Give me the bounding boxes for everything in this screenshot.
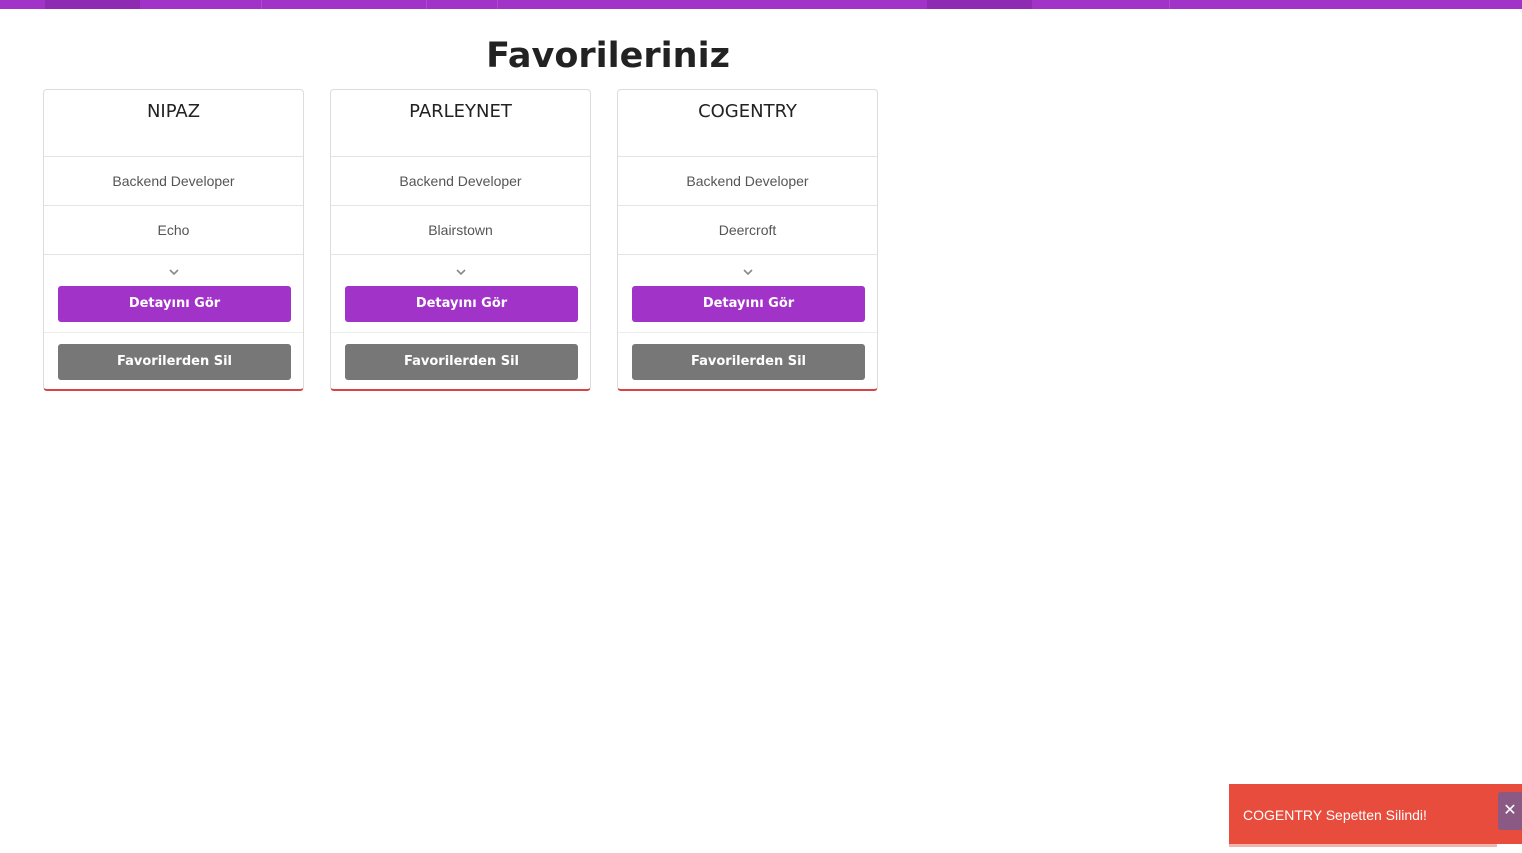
card-actions: Detayını Gör [618, 255, 877, 333]
chevron-down-icon[interactable] [44, 267, 303, 279]
job-city: Echo [44, 206, 303, 255]
job-position: Backend Developer [618, 157, 877, 206]
remove-favorite-button[interactable]: Favorilerden Sil [632, 344, 865, 380]
nav-divider [261, 0, 262, 9]
top-nav-bar [0, 0, 1522, 9]
nav-active-segment[interactable] [45, 0, 140, 9]
job-position: Backend Developer [331, 157, 590, 206]
favorite-card: PARLEYNET Backend Developer Blairstown D… [330, 89, 591, 391]
chevron-down-icon[interactable] [331, 267, 590, 279]
chevron-down-icon[interactable] [618, 267, 877, 279]
favorites-list: NIPAZ Backend Developer Echo Detayını Gö… [43, 89, 878, 391]
nav-divider [497, 0, 498, 9]
favorite-card: NIPAZ Backend Developer Echo Detayını Gö… [43, 89, 304, 391]
card-remove-section: Favorilerden Sil [618, 333, 877, 390]
page-title: Favorileriniz [486, 36, 730, 76]
card-actions: Detayını Gör [44, 255, 303, 333]
company-name: NIPAZ [44, 90, 303, 157]
favorite-card: COGENTRY Backend Developer Deercroft Det… [617, 89, 878, 391]
nav-divider [426, 0, 427, 9]
nav-divider [1169, 0, 1170, 9]
job-city: Deercroft [618, 206, 877, 255]
remove-favorite-button[interactable]: Favorilerden Sil [58, 344, 291, 380]
toast-progress-bar [1229, 844, 1497, 847]
toast-message: COGENTRY Sepetten Silindi! [1243, 807, 1427, 823]
job-position: Backend Developer [44, 157, 303, 206]
card-remove-section: Favorilerden Sil [44, 333, 303, 390]
job-city: Blairstown [331, 206, 590, 255]
nav-active-segment[interactable] [927, 0, 1032, 9]
company-name: COGENTRY [618, 90, 877, 157]
card-remove-section: Favorilerden Sil [331, 333, 590, 390]
close-icon[interactable]: ✕ [1498, 792, 1522, 830]
company-name: PARLEYNET [331, 90, 590, 157]
view-detail-button[interactable]: Detayını Gör [345, 286, 578, 322]
remove-favorite-button[interactable]: Favorilerden Sil [345, 344, 578, 380]
view-detail-button[interactable]: Detayını Gör [58, 286, 291, 322]
view-detail-button[interactable]: Detayını Gör [632, 286, 865, 322]
card-actions: Detayını Gör [331, 255, 590, 333]
notification-toast: COGENTRY Sepetten Silindi! ✕ [1229, 784, 1522, 847]
